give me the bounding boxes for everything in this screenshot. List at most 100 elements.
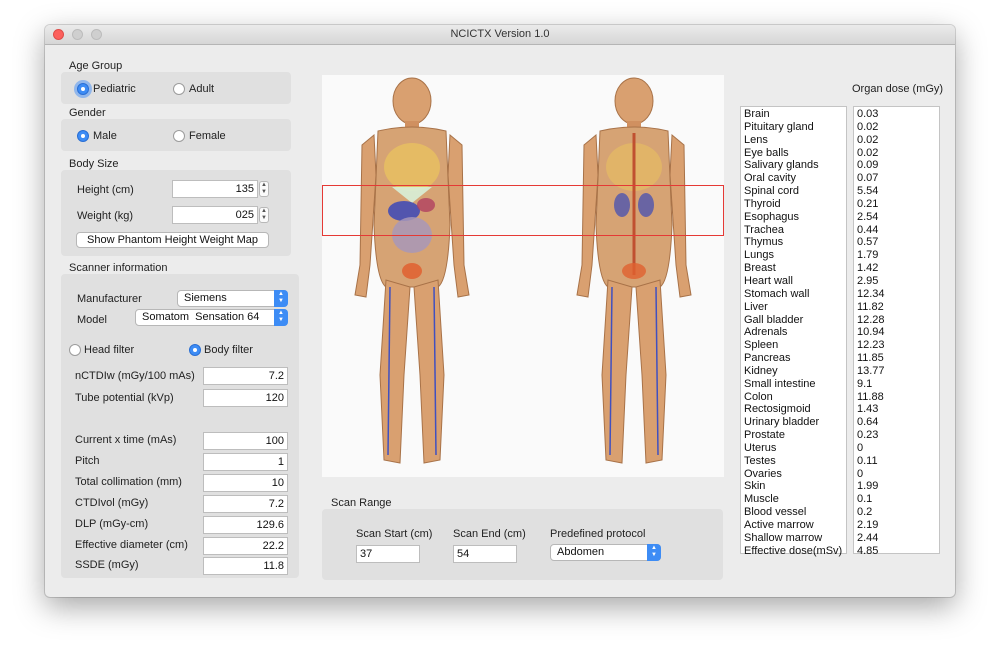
organ-dose-item[interactable]: 0 <box>854 468 939 481</box>
organ-dose-item[interactable]: 12.34 <box>854 288 939 301</box>
organ-name-item[interactable]: Skin <box>741 480 846 493</box>
male-radio[interactable] <box>77 130 89 142</box>
organ-name-item[interactable]: Trachea <box>741 224 846 237</box>
maximize-window-button[interactable] <box>91 29 102 40</box>
organ-dose-item[interactable]: 0.57 <box>854 236 939 249</box>
organ-name-item[interactable]: Kidney <box>741 365 846 378</box>
organ-dose-item[interactable]: 1.79 <box>854 249 939 262</box>
dlp-field[interactable]: 129.6 <box>203 516 288 534</box>
head-filter-radio[interactable] <box>69 344 81 356</box>
ctdivol-field[interactable]: 7.2 <box>203 495 288 513</box>
organ-dose-item[interactable]: 4.85 <box>854 545 939 558</box>
organ-dose-item[interactable]: 1.43 <box>854 403 939 416</box>
body-filter-radio[interactable] <box>189 344 201 356</box>
height-field[interactable]: 135 <box>172 180 258 198</box>
close-window-button[interactable] <box>53 29 64 40</box>
protocol-select[interactable]: Abdomen ▲ ▼ <box>550 544 661 561</box>
organ-name-item[interactable]: Esophagus <box>741 211 846 224</box>
organ-name-item[interactable]: Liver <box>741 301 846 314</box>
organ-name-item[interactable]: Colon <box>741 391 846 404</box>
organ-dose-item[interactable]: 11.82 <box>854 301 939 314</box>
organ-dose-item[interactable]: 0.02 <box>854 121 939 134</box>
organ-name-item[interactable]: Thyroid <box>741 198 846 211</box>
organ-dose-item[interactable]: 0.09 <box>854 159 939 172</box>
weight-stepper[interactable]: ▲ ▼ <box>259 207 269 223</box>
organ-dose-item[interactable]: 2.95 <box>854 275 939 288</box>
organ-name-item[interactable]: Shallow marrow <box>741 532 846 545</box>
organ-dose-item[interactable]: 2.44 <box>854 532 939 545</box>
ssde-field[interactable]: 11.8 <box>203 557 288 575</box>
show-phantom-map-button[interactable]: Show Phantom Height Weight Map <box>76 232 269 248</box>
scan-start-field[interactable]: 37 <box>356 545 420 563</box>
organ-name-list[interactable]: Brain Pituitary gland Lens Eye balls Salivar… <box>740 106 847 557</box>
organ-name-item[interactable]: Active marrow <box>741 519 846 532</box>
organ-name-item[interactable]: Effective dose(mSv) <box>741 545 846 558</box>
organ-dose-item[interactable]: 13.77 <box>854 365 939 378</box>
organ-dose-item[interactable]: 11.85 <box>854 352 939 365</box>
organ-name-item[interactable]: Eye balls <box>741 147 846 160</box>
collimation-field[interactable]: 10 <box>203 474 288 492</box>
organ-name-item[interactable]: Heart wall <box>741 275 846 288</box>
organ-dose-item[interactable]: 0 <box>854 442 939 455</box>
organ-name-item[interactable]: Testes <box>741 455 846 468</box>
organ-dose-item[interactable]: 0.11 <box>854 455 939 468</box>
organ-dose-item[interactable]: 12.23 <box>854 339 939 352</box>
organ-name-item[interactable]: Adrenals <box>741 326 846 339</box>
organ-dose-item[interactable]: 10.94 <box>854 326 939 339</box>
model-select[interactable]: Somatom Sensation 64 ▲ ▼ <box>135 309 288 326</box>
diameter-field[interactable]: 22.2 <box>203 537 288 555</box>
organ-dose-item[interactable]: 0.64 <box>854 416 939 429</box>
nctdiw-field[interactable]: 7.2 <box>203 367 288 385</box>
organ-dose-item[interactable]: 0.07 <box>854 172 939 185</box>
organ-dose-item[interactable]: 1.42 <box>854 262 939 275</box>
organ-dose-item[interactable]: 5.54 <box>854 185 939 198</box>
organ-name-item[interactable]: Pituitary gland <box>741 121 846 134</box>
organ-name-item[interactable]: Pancreas <box>741 352 846 365</box>
weight-field[interactable]: 025 <box>172 206 258 224</box>
minimize-window-button[interactable] <box>72 29 83 40</box>
organ-name-item[interactable]: Breast <box>741 262 846 275</box>
organ-dose-item[interactable]: 0.1 <box>854 493 939 506</box>
organ-name-item[interactable]: Lungs <box>741 249 846 262</box>
organ-dose-item[interactable]: 1.99 <box>854 480 939 493</box>
organ-name-item[interactable]: Lens <box>741 134 846 147</box>
organ-name-item[interactable]: Uterus <box>741 442 846 455</box>
organ-dose-item[interactable]: 0.21 <box>854 198 939 211</box>
organ-dose-item[interactable]: 0.44 <box>854 224 939 237</box>
scan-range-box[interactable] <box>322 185 724 236</box>
adult-radio[interactable] <box>173 83 185 95</box>
organ-name-item[interactable]: Salivary glands <box>741 159 846 172</box>
female-radio[interactable] <box>173 130 185 142</box>
organ-name-item[interactable]: Stomach wall <box>741 288 846 301</box>
height-stepper[interactable]: ▲ ▼ <box>259 181 269 197</box>
organ-name-item[interactable]: Thymus <box>741 236 846 249</box>
organ-name-item[interactable]: Prostate <box>741 429 846 442</box>
organ-name-item[interactable]: Brain <box>741 108 846 121</box>
organ-name-item[interactable]: Urinary bladder <box>741 416 846 429</box>
organ-name-item[interactable]: Small intestine <box>741 378 846 391</box>
organ-dose-item[interactable]: 9.1 <box>854 378 939 391</box>
organ-name-item[interactable]: Ovaries <box>741 468 846 481</box>
organ-name-item[interactable]: Spleen <box>741 339 846 352</box>
organ-name-item[interactable]: Rectosigmoid <box>741 403 846 416</box>
organ-name-item[interactable]: Oral cavity <box>741 172 846 185</box>
manufacturer-select[interactable]: Siemens ▲ ▼ <box>177 290 288 307</box>
organ-dose-item[interactable]: 0.03 <box>854 108 939 121</box>
organ-name-item[interactable]: Spinal cord <box>741 185 846 198</box>
organ-dose-item[interactable]: 2.19 <box>854 519 939 532</box>
kvp-field[interactable]: 120 <box>203 389 288 407</box>
organ-dose-item[interactable]: 0.23 <box>854 429 939 442</box>
organ-dose-list[interactable]: 0.03 0.02 0.02 0.02 0.09 0.07 5.54 0.21 2.54 0.44… <box>853 106 940 557</box>
mas-field[interactable]: 100 <box>203 432 288 450</box>
organ-name-item[interactable]: Blood vessel <box>741 506 846 519</box>
organ-dose-item[interactable]: 0.2 <box>854 506 939 519</box>
organ-name-item[interactable]: Gall bladder <box>741 314 846 327</box>
organ-dose-item[interactable]: 12.28 <box>854 314 939 327</box>
organ-dose-item[interactable]: 0.02 <box>854 147 939 160</box>
pediatric-radio[interactable] <box>77 83 89 95</box>
pitch-field[interactable]: 1 <box>203 453 288 471</box>
organ-name-item[interactable]: Muscle <box>741 493 846 506</box>
organ-dose-item[interactable]: 0.02 <box>854 134 939 147</box>
organ-dose-item[interactable]: 2.54 <box>854 211 939 224</box>
organ-dose-item[interactable]: 11.88 <box>854 391 939 404</box>
